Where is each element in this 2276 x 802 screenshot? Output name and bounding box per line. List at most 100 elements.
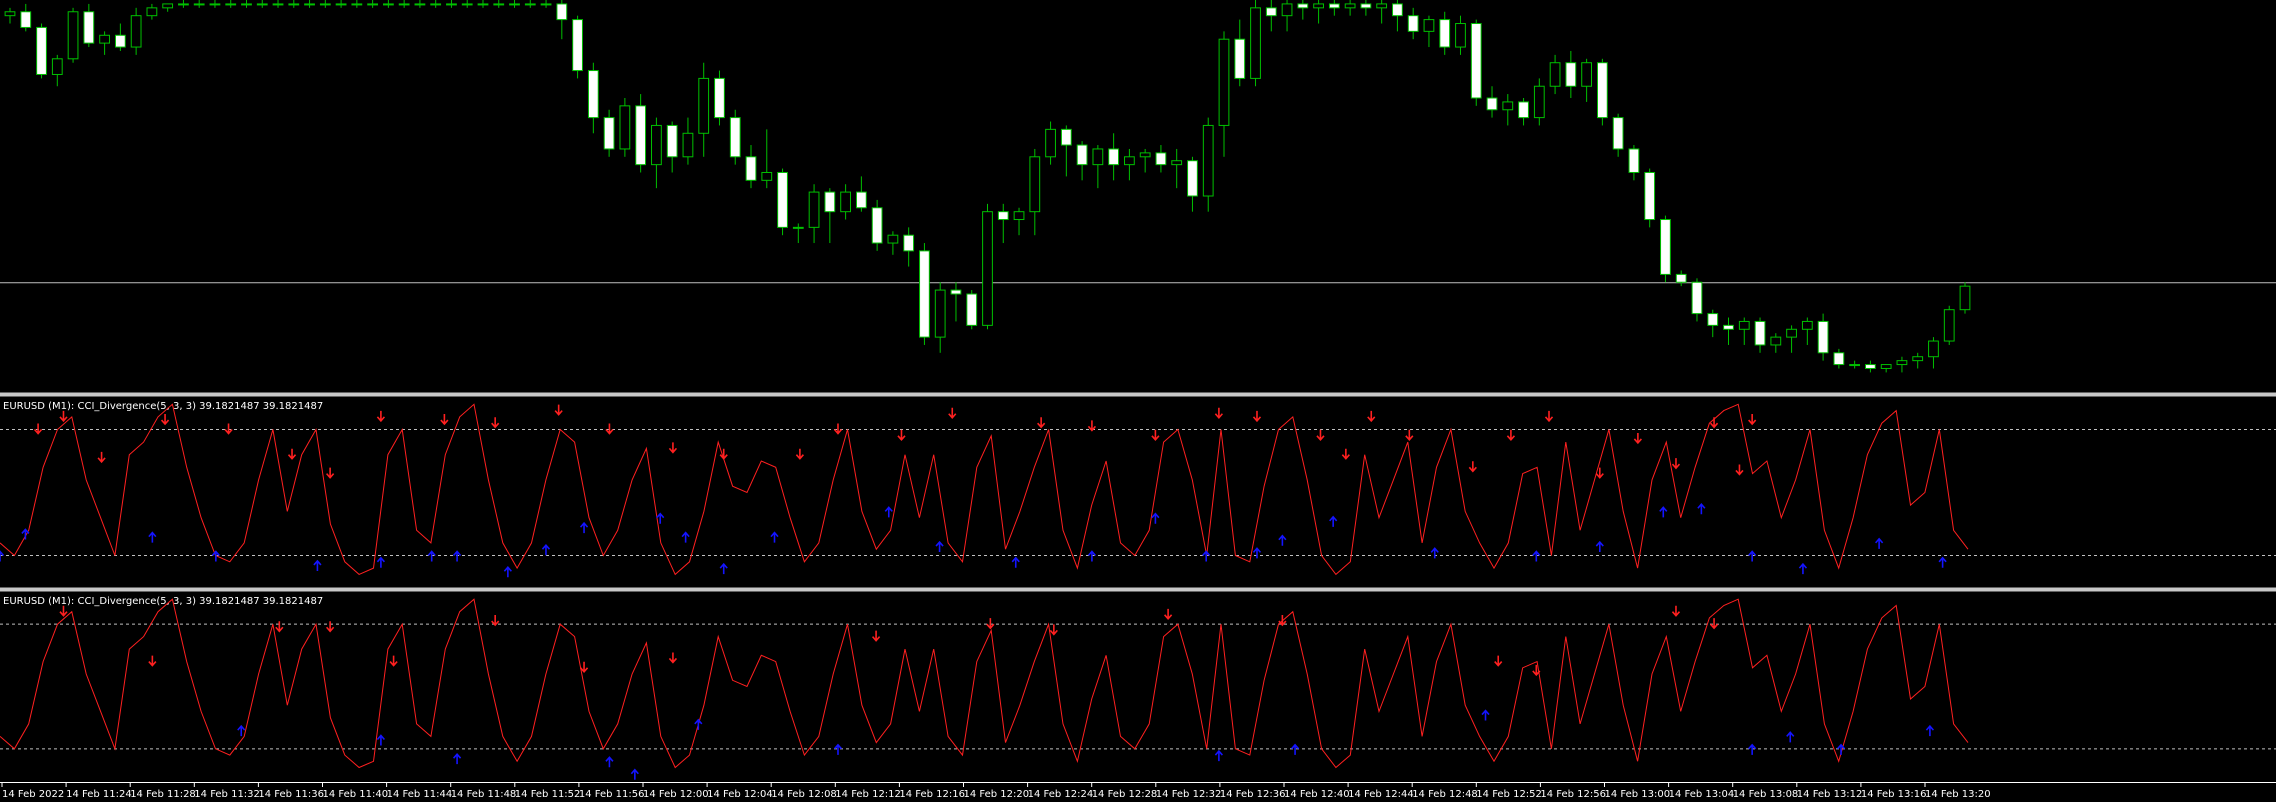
candle-bull-body <box>493 3 505 6</box>
candle-bull-body <box>1376 3 1388 9</box>
time-axis-label: 14 Feb 11:28 <box>130 789 196 800</box>
time-axis-label: 14 Feb 12:04 <box>707 789 773 800</box>
candle-bear-body <box>919 250 930 338</box>
time-axis-label: 14 Feb 11:48 <box>451 789 517 800</box>
time-axis-label: 14 Feb 2022 <box>2 789 64 800</box>
time-axis-label: 14 Feb 13:12 <box>1797 789 1863 800</box>
time-axis-label: 14 Feb 11:56 <box>579 789 645 800</box>
candle-bull-body <box>193 3 205 6</box>
time-axis-label: 14 Feb 11:52 <box>515 789 581 800</box>
candle-bear-body <box>1187 160 1198 197</box>
candle-bull-body <box>1928 340 1939 358</box>
candle-bear-body <box>729 117 741 158</box>
candle-bull-body <box>1801 320 1813 330</box>
candle-bear-body <box>871 207 883 244</box>
candle-bear-body <box>36 26 47 75</box>
candle-bear-body <box>950 289 962 295</box>
trading-terminal: EURUSD (M1): CCI_Divergence(5, 3, 3) 39.… <box>0 0 2276 802</box>
candle-bull-body <box>446 3 457 6</box>
candle-bull-body <box>1770 336 1782 346</box>
candle-bull-body <box>146 7 158 17</box>
time-axis-label: 14 Feb 12:56 <box>1540 789 1606 800</box>
candle-bull-body <box>1943 309 1955 342</box>
candle-bull-body <box>982 211 993 326</box>
candle-bull-body <box>1029 156 1041 213</box>
candle-bull-body <box>430 3 442 6</box>
time-axis-label: 14 Feb 12:32 <box>1156 789 1222 800</box>
time-axis-label: 14 Feb 11:24 <box>66 789 132 800</box>
candle-bull-body <box>1880 364 1892 369</box>
candle-bear-body <box>603 117 615 150</box>
cci-pane-1-label: EURUSD (M1): CCI_Divergence(5, 3, 3) 39.… <box>3 401 323 412</box>
candle-bear-body <box>1439 19 1451 48</box>
candle-bull-body <box>335 3 347 6</box>
time-axis-label: 14 Feb 12:40 <box>1284 789 1350 800</box>
candle-bull-body <box>162 3 174 9</box>
candle-bull-body <box>1045 128 1056 158</box>
candle-bear-body <box>1360 3 1372 9</box>
candle-bear-body <box>1234 38 1246 79</box>
candle-bull-body <box>1849 364 1861 367</box>
candle-bear-body <box>572 19 583 72</box>
candle-bull-body <box>477 3 489 6</box>
candle-bear-body <box>83 11 95 44</box>
time-axis-label: 14 Feb 11:32 <box>194 789 260 800</box>
candle-bull-body <box>1581 62 1593 87</box>
candle-bear-body <box>1833 352 1845 366</box>
candle-bear-body <box>745 156 757 181</box>
candle-bull-body <box>1202 124 1214 197</box>
candle-bull-body <box>319 3 331 6</box>
candle-bull-body <box>682 132 694 158</box>
candle-bear-body <box>20 11 32 28</box>
candle-bull-body <box>1344 3 1356 9</box>
candle-bear-body <box>1297 3 1309 9</box>
candle-bear-body <box>1328 3 1340 9</box>
candle-bear-body <box>1060 128 1072 146</box>
candle-bull-body <box>1786 328 1797 338</box>
candle-bull-body <box>241 3 252 6</box>
candle-bull-body <box>698 77 710 134</box>
candle-bear-body <box>114 34 126 48</box>
cci-pane-2-label: EURUSD (M1): CCI_Divergence(5, 3, 3) 39.… <box>3 596 323 607</box>
time-axis-label: 14 Feb 12:24 <box>1028 789 1094 800</box>
candle-bull-body <box>540 3 552 6</box>
candle-bear-body <box>587 70 599 119</box>
candle-bull-body <box>256 3 268 6</box>
candle-bull-body <box>1281 3 1293 17</box>
candle-bull-body <box>367 3 379 6</box>
candle-bull-body <box>1959 285 1971 311</box>
candle-bull-body <box>1139 152 1151 158</box>
candle-bear-body <box>824 191 836 213</box>
candle-bull-body <box>1455 23 1466 48</box>
candle-bull-body <box>225 3 237 6</box>
candle-bull-body <box>1013 211 1025 221</box>
time-axis-label: 14 Feb 12:12 <box>835 789 901 800</box>
candle-bear-body <box>556 3 568 21</box>
candle-bear-body <box>1486 97 1498 111</box>
candle-bull-body <box>808 191 820 228</box>
candle-bull-body <box>651 124 662 166</box>
candle-bull-body <box>934 289 946 338</box>
time-axis-label: 14 Feb 12:20 <box>964 789 1030 800</box>
candle-bear-body <box>997 211 1009 221</box>
candle-bear-body <box>1754 320 1766 346</box>
candle-bull-body <box>414 3 426 6</box>
candle-bull-body <box>382 3 394 6</box>
candle-bear-body <box>1470 23 1482 99</box>
time-axis-label: 14 Feb 12:52 <box>1476 789 1542 800</box>
candle-bear-body <box>1675 273 1687 283</box>
candle-bull-body <box>304 3 315 6</box>
candle-bull-body <box>524 3 536 6</box>
candle-bear-body <box>714 77 725 119</box>
candle-bull-body <box>1896 360 1908 366</box>
time-axis-label: 14 Feb 12:28 <box>1092 789 1158 800</box>
time-axis-label: 14 Feb 12:16 <box>899 789 965 800</box>
candle-bull-body <box>1171 160 1183 166</box>
candle-bear-body <box>1865 364 1876 369</box>
candle-bear-body <box>777 171 788 228</box>
time-axis-label: 14 Feb 12:08 <box>771 789 837 800</box>
candle-bull-body <box>51 58 63 75</box>
candle-bull-body <box>1124 156 1135 166</box>
candle-bear-body <box>903 234 915 252</box>
time-axis-label: 14 Feb 12:44 <box>1348 789 1414 800</box>
